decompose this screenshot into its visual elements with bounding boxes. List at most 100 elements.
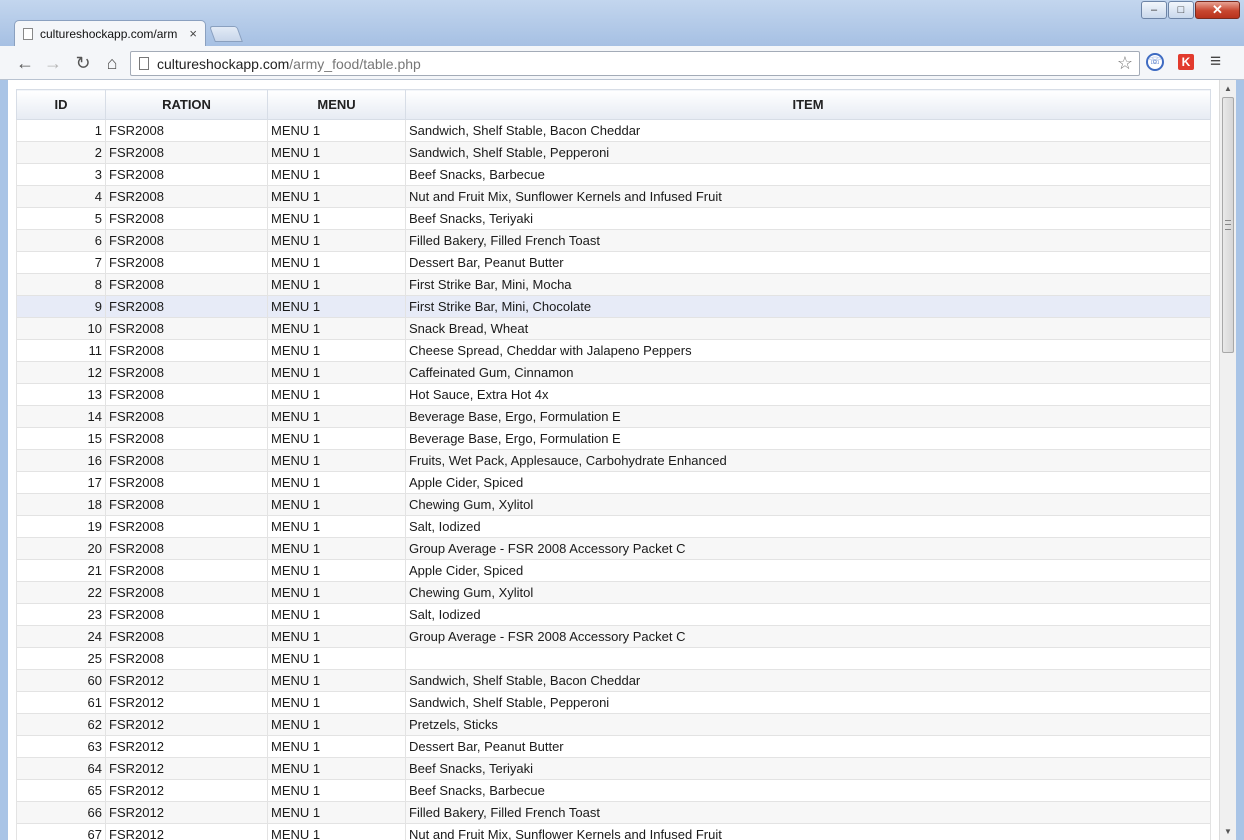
scroll-up-icon[interactable]: ▲ xyxy=(1220,80,1236,97)
tab-close-icon[interactable]: × xyxy=(189,26,197,41)
back-icon[interactable]: ← xyxy=(14,52,36,74)
table-row[interactable]: 18 FSR2008 MENU 1 Chewing Gum, Xylitol xyxy=(16,493,1211,516)
menu-icon[interactable]: ≡ xyxy=(1210,51,1221,73)
cell-item: Sandwich, Shelf Stable, Pepperoni xyxy=(405,141,1211,164)
table-row[interactable]: 60 FSR2012 MENU 1 Sandwich, Shelf Stable, B… xyxy=(16,669,1211,692)
cell-menu: MENU 1 xyxy=(267,515,406,538)
window-controls: – □ ✕ xyxy=(1140,1,1240,19)
table-row[interactable]: 9 FSR2008 MENU 1 First Strike Bar, Mini, Ch… xyxy=(16,295,1211,318)
cell-menu: MENU 1 xyxy=(267,669,406,692)
cell-id: 4 xyxy=(16,185,106,208)
table-row[interactable]: 65 FSR2012 MENU 1 Beef Snacks, Barbecue xyxy=(16,779,1211,802)
cell-ration: FSR2012 xyxy=(105,735,268,758)
table-row[interactable]: 7 FSR2008 MENU 1 Dessert Bar, Peanut Butter xyxy=(16,251,1211,274)
table-row[interactable]: 23 FSR2008 MENU 1 Salt, Iodized xyxy=(16,603,1211,626)
table-row[interactable]: 12 FSR2008 MENU 1 Caffeinated Gum, Cinnamon xyxy=(16,361,1211,384)
forward-icon[interactable]: → xyxy=(42,52,64,74)
vertical-scrollbar[interactable]: ▲ ▼ xyxy=(1219,80,1236,840)
scroll-down-icon[interactable]: ▼ xyxy=(1220,823,1236,840)
browser-tab[interactable]: cultureshockapp.com/arm × xyxy=(14,20,206,46)
minimize-button[interactable]: – xyxy=(1141,1,1167,19)
cell-ration: FSR2012 xyxy=(105,823,268,840)
table-row[interactable]: 63 FSR2012 MENU 1 Dessert Bar, Peanut Butte… xyxy=(16,735,1211,758)
column-header-id[interactable]: ID xyxy=(16,89,106,120)
column-header-item[interactable]: ITEM xyxy=(405,89,1211,120)
table-row[interactable]: 5 FSR2008 MENU 1 Beef Snacks, Teriyaki xyxy=(16,207,1211,230)
cell-ration: FSR2008 xyxy=(105,339,268,362)
scroll-thumb[interactable] xyxy=(1222,97,1234,353)
table-row[interactable]: 16 FSR2008 MENU 1 Fruits, Wet Pack, Applesa… xyxy=(16,449,1211,472)
table-row[interactable]: 6 FSR2008 MENU 1 Filled Bakery, Filled Fren… xyxy=(16,229,1211,252)
table-row[interactable]: 64 FSR2012 MENU 1 Beef Snacks, Teriyaki xyxy=(16,757,1211,780)
table-row[interactable]: 21 FSR2008 MENU 1 Apple Cider, Spiced xyxy=(16,559,1211,582)
new-tab-button[interactable] xyxy=(209,26,243,42)
cell-menu: MENU 1 xyxy=(267,471,406,494)
cell-item: Beef Snacks, Barbecue xyxy=(405,163,1211,186)
cell-menu: MENU 1 xyxy=(267,581,406,604)
table-row[interactable]: 1 FSR2008 MENU 1 Sandwich, Shelf Stable, Ba… xyxy=(16,119,1211,142)
cell-id: 1 xyxy=(16,119,106,142)
table-row[interactable]: 67 FSR2012 MENU 1 Nut and Fruit Mix, Sunflo… xyxy=(16,823,1211,840)
table-row[interactable]: 19 FSR2008 MENU 1 Salt, Iodized xyxy=(16,515,1211,538)
cell-id: 60 xyxy=(16,669,106,692)
home-icon[interactable]: ⌂ xyxy=(101,52,123,74)
cell-id: 16 xyxy=(16,449,106,472)
cell-item: Sandwich, Shelf Stable, Bacon Cheddar xyxy=(405,119,1211,142)
cell-menu: MENU 1 xyxy=(267,317,406,340)
table-row[interactable]: 24 FSR2008 MENU 1 Group Average - FSR 2008 … xyxy=(16,625,1211,648)
cell-menu: MENU 1 xyxy=(267,757,406,780)
reload-icon[interactable]: ↻ xyxy=(72,52,94,74)
cell-ration: FSR2008 xyxy=(105,471,268,494)
address-bar[interactable]: cultureshockapp.com/army_food/table.php … xyxy=(130,51,1140,76)
red-extension-icon[interactable]: K xyxy=(1178,54,1194,70)
table-row[interactable]: 15 FSR2008 MENU 1 Beverage Base, Ergo, Form… xyxy=(16,427,1211,450)
cell-menu: MENU 1 xyxy=(267,559,406,582)
column-header-menu[interactable]: MENU xyxy=(267,89,406,120)
table-row[interactable]: 8 FSR2008 MENU 1 First Strike Bar, Mini, Mo… xyxy=(16,273,1211,296)
maximize-button[interactable]: □ xyxy=(1168,1,1194,19)
table-row[interactable]: 22 FSR2008 MENU 1 Chewing Gum, Xylitol xyxy=(16,581,1211,604)
cell-menu: MENU 1 xyxy=(267,339,406,362)
cell-item: Snack Bread, Wheat xyxy=(405,317,1211,340)
table-row[interactable]: 3 FSR2008 MENU 1 Beef Snacks, Barbecue xyxy=(16,163,1211,186)
cell-item: First Strike Bar, Mini, Chocolate xyxy=(405,295,1211,318)
cell-id: 66 xyxy=(16,801,106,824)
table-row[interactable]: 17 FSR2008 MENU 1 Apple Cider, Spiced xyxy=(16,471,1211,494)
close-window-button[interactable]: ✕ xyxy=(1195,1,1240,19)
table-row[interactable]: 4 FSR2008 MENU 1 Nut and Fruit Mix, Sunflow… xyxy=(16,185,1211,208)
cell-ration: FSR2012 xyxy=(105,669,268,692)
star-icon[interactable]: ☆ xyxy=(1117,53,1133,74)
table-row[interactable]: 62 FSR2012 MENU 1 Pretzels, Sticks xyxy=(16,713,1211,736)
table-row[interactable]: 13 FSR2008 MENU 1 Hot Sauce, Extra Hot 4x xyxy=(16,383,1211,406)
cell-id: 13 xyxy=(16,383,106,406)
column-header-ration[interactable]: RATION xyxy=(105,89,268,120)
table-row[interactable]: 20 FSR2008 MENU 1 Group Average - FSR 2008 … xyxy=(16,537,1211,560)
cell-id: 62 xyxy=(16,713,106,736)
cell-ration: FSR2008 xyxy=(105,625,268,648)
table-row[interactable]: 14 FSR2008 MENU 1 Beverage Base, Ergo, Form… xyxy=(16,405,1211,428)
table-row[interactable]: 61 FSR2012 MENU 1 Sandwich, Shelf Stable, P… xyxy=(16,691,1211,714)
cell-id: 22 xyxy=(16,581,106,604)
cell-item: Dessert Bar, Peanut Butter xyxy=(405,251,1211,274)
url-text[interactable]: cultureshockapp.com/army_food/table.php xyxy=(157,56,421,72)
table-row[interactable]: 2 FSR2008 MENU 1 Sandwich, Shelf Stable, Pe… xyxy=(16,141,1211,164)
phone-extension-icon[interactable]: ☏ xyxy=(1146,53,1164,71)
cell-item: Pretzels, Sticks xyxy=(405,713,1211,736)
cell-item: Group Average - FSR 2008 Accessory Packe… xyxy=(405,537,1211,560)
cell-id: 20 xyxy=(16,537,106,560)
cell-id: 65 xyxy=(16,779,106,802)
tab-title: cultureshockapp.com/arm xyxy=(40,26,178,41)
table-row[interactable]: 10 FSR2008 MENU 1 Snack Bread, Wheat xyxy=(16,317,1211,340)
cell-menu: MENU 1 xyxy=(267,713,406,736)
cell-menu: MENU 1 xyxy=(267,361,406,384)
cell-id: 5 xyxy=(16,207,106,230)
cell-ration: FSR2008 xyxy=(105,405,268,428)
cell-item: Hot Sauce, Extra Hot 4x xyxy=(405,383,1211,406)
table-header-row: ID RATION MENU ITEM xyxy=(16,89,1211,120)
cell-ration: FSR2012 xyxy=(105,779,268,802)
table-row[interactable]: 25 FSR2008 MENU 1 xyxy=(16,647,1211,670)
table-row[interactable]: 66 FSR2012 MENU 1 Filled Bakery, Filled Fre… xyxy=(16,801,1211,824)
cell-id: 8 xyxy=(16,273,106,296)
cell-menu: MENU 1 xyxy=(267,427,406,450)
table-row[interactable]: 11 FSR2008 MENU 1 Cheese Spread, Cheddar wi… xyxy=(16,339,1211,362)
